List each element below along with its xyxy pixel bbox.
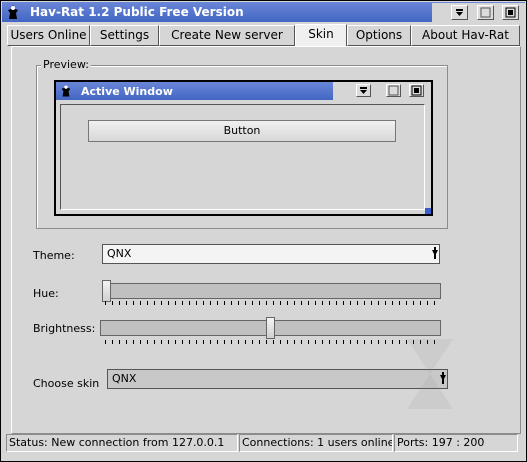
hue-slider-thumb[interactable] [102,280,111,302]
preview-window-body: Button [60,104,425,210]
status-message: Status: New connection from 127.0.0.1 [6,434,238,452]
minimize-button[interactable] [451,5,468,20]
title-bar[interactable]: Hav-Rat 1.2 Public Free Version [2,2,525,22]
maximize-icon [480,7,491,18]
minimize-icon [360,87,367,94]
skin-select-value: QNX [112,372,137,385]
maximize-icon [388,85,399,96]
window-title: Hav-Rat 1.2 Public Free Version [30,5,244,19]
status-ports: Ports: 197 : 200 [394,434,518,452]
close-button[interactable] [502,5,519,20]
maximize-button[interactable] [477,5,494,20]
preview-label: Preview: [41,58,91,71]
tab-create-new-server[interactable]: Create New server [159,25,295,46]
resize-grip-icon [425,208,431,214]
status-bar: Status: New connection from 127.0.0.1 Co… [6,434,521,454]
preview-window: Active Window Button [54,80,433,216]
theme-select-value: QNX [107,247,132,260]
tab-options[interactable]: Options [347,25,411,46]
preview-title-buttons [333,82,431,100]
choose-skin-label: Choose skin [33,377,100,390]
status-connections: Connections: 1 users online [239,434,393,452]
main-window: Hav-Rat 1.2 Public Free Version Users On… [0,0,527,462]
restore-icon [505,7,516,18]
preview-window-title: Active Window [81,85,173,98]
tab-bar: Users Online Settings Create New server … [7,24,522,47]
brightness-label: Brightness: [33,322,96,335]
title-buttons [432,3,525,22]
preview-title-bar: Active Window [56,82,333,100]
tab-settings[interactable]: Settings [90,25,159,46]
tab-about[interactable]: About Hav-Rat [411,25,520,46]
theme-select[interactable]: QNX [102,244,440,264]
hue-slider-track[interactable] [102,283,441,299]
preview-maximize-button [386,84,401,97]
app-icon [8,5,18,19]
preview-button[interactable]: Button [88,120,396,142]
minimize-icon [456,9,463,16]
restore-icon [411,85,422,96]
hue-label: Hue: [33,287,59,300]
preview-minimize-button [356,84,371,97]
app-icon [61,84,71,97]
logo-watermark-icon [407,339,453,409]
theme-label: Theme: [33,249,75,262]
brightness-slider-thumb[interactable] [265,317,275,339]
dropdown-arrow-icon [432,247,438,259]
hue-ticks [105,301,439,305]
tab-skin[interactable]: Skin [295,24,347,46]
tab-users-online[interactable]: Users Online [7,25,90,46]
brightness-ticks [105,340,439,344]
preview-close-button [409,84,424,97]
